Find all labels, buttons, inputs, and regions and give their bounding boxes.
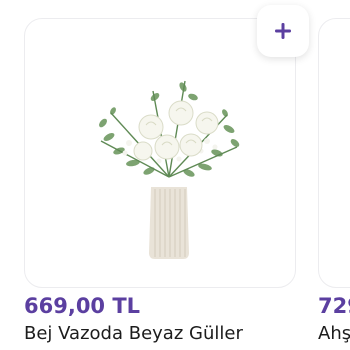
product-title-next[interactable]: Ahş <box>318 322 350 346</box>
product-title[interactable]: Bej Vazoda Beyaz Güller <box>24 322 243 346</box>
product-price-next: 729 <box>318 294 350 318</box>
product-price: 669,00 TL <box>24 294 141 318</box>
white-roses-in-beige-vase-image <box>99 80 240 259</box>
plus-icon <box>275 23 291 39</box>
product-card-image-next[interactable] <box>318 18 350 288</box>
product-card-image[interactable] <box>24 18 296 288</box>
add-to-cart-button[interactable] <box>257 5 309 57</box>
product-carousel: 669,00 TL Bej Vazoda Beyaz Güller 729 Ah… <box>0 0 350 350</box>
